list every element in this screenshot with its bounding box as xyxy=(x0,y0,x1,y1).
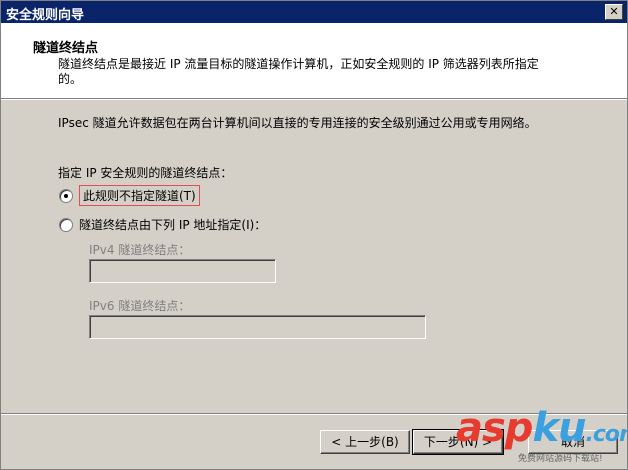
watermark-text: aspku.com xyxy=(456,405,627,451)
watermark-subtext: 免费网站源码下载站! xyxy=(518,454,603,464)
wizard-header: 隧道终结点 隧道终结点是最接近 IP 流量目标的隧道操作计算机，正如安全规则的 … xyxy=(1,23,627,99)
watermark-logo: aspku.com 免费网站源码下载站! xyxy=(456,405,627,469)
radio-no-tunnel[interactable]: 此规则不指定隧道(T) xyxy=(59,185,200,206)
window-title: 安全规则向导 xyxy=(6,8,85,23)
close-icon: ✕ xyxy=(609,5,619,18)
intro-text: IPsec 隧道允许数据包在两台计算机间以直接的专用连接的安全级别通过公用或专用… xyxy=(58,116,537,130)
ipv4-label: IPv4 隧道终结点： xyxy=(89,243,191,257)
ipv6-field[interactable] xyxy=(89,315,426,339)
close-button[interactable]: ✕ xyxy=(605,4,623,20)
watermark-ku: ku xyxy=(532,405,586,451)
ipv6-label: IPv6 隧道终结点： xyxy=(89,299,191,313)
back-button[interactable]: < 上一步(B) xyxy=(320,430,410,454)
page-title: 隧道终结点 xyxy=(33,41,99,56)
watermark-dot: .com xyxy=(585,422,627,447)
ipv4-field[interactable] xyxy=(89,259,276,283)
wizard-window: 安全规则向导 ✕ 隧道终结点 隧道终结点是最接近 IP 流量目标的隧道操作计算机… xyxy=(0,0,628,470)
radio-ip-tunnel[interactable]: 隧道终结点由下列 IP 地址指定(I)： xyxy=(59,216,266,233)
radio-button-checked[interactable] xyxy=(59,188,73,203)
radio-button-unchecked[interactable] xyxy=(59,217,73,232)
title-bar: 安全规则向导 ✕ xyxy=(1,1,627,23)
tunnel-group-label: 指定 IP 安全规则的隧道终结点： xyxy=(58,166,233,180)
page-description: 隧道终结点是最接近 IP 流量目标的隧道操作计算机，正如安全规则的 IP 筛选器… xyxy=(58,57,539,86)
header-divider xyxy=(1,99,627,100)
radio-ip-tunnel-label: 隧道终结点由下列 IP 地址指定(I)： xyxy=(79,218,267,232)
radio-no-tunnel-label: 此规则不指定隧道(T) xyxy=(79,185,200,206)
watermark-asp: asp xyxy=(456,405,533,451)
